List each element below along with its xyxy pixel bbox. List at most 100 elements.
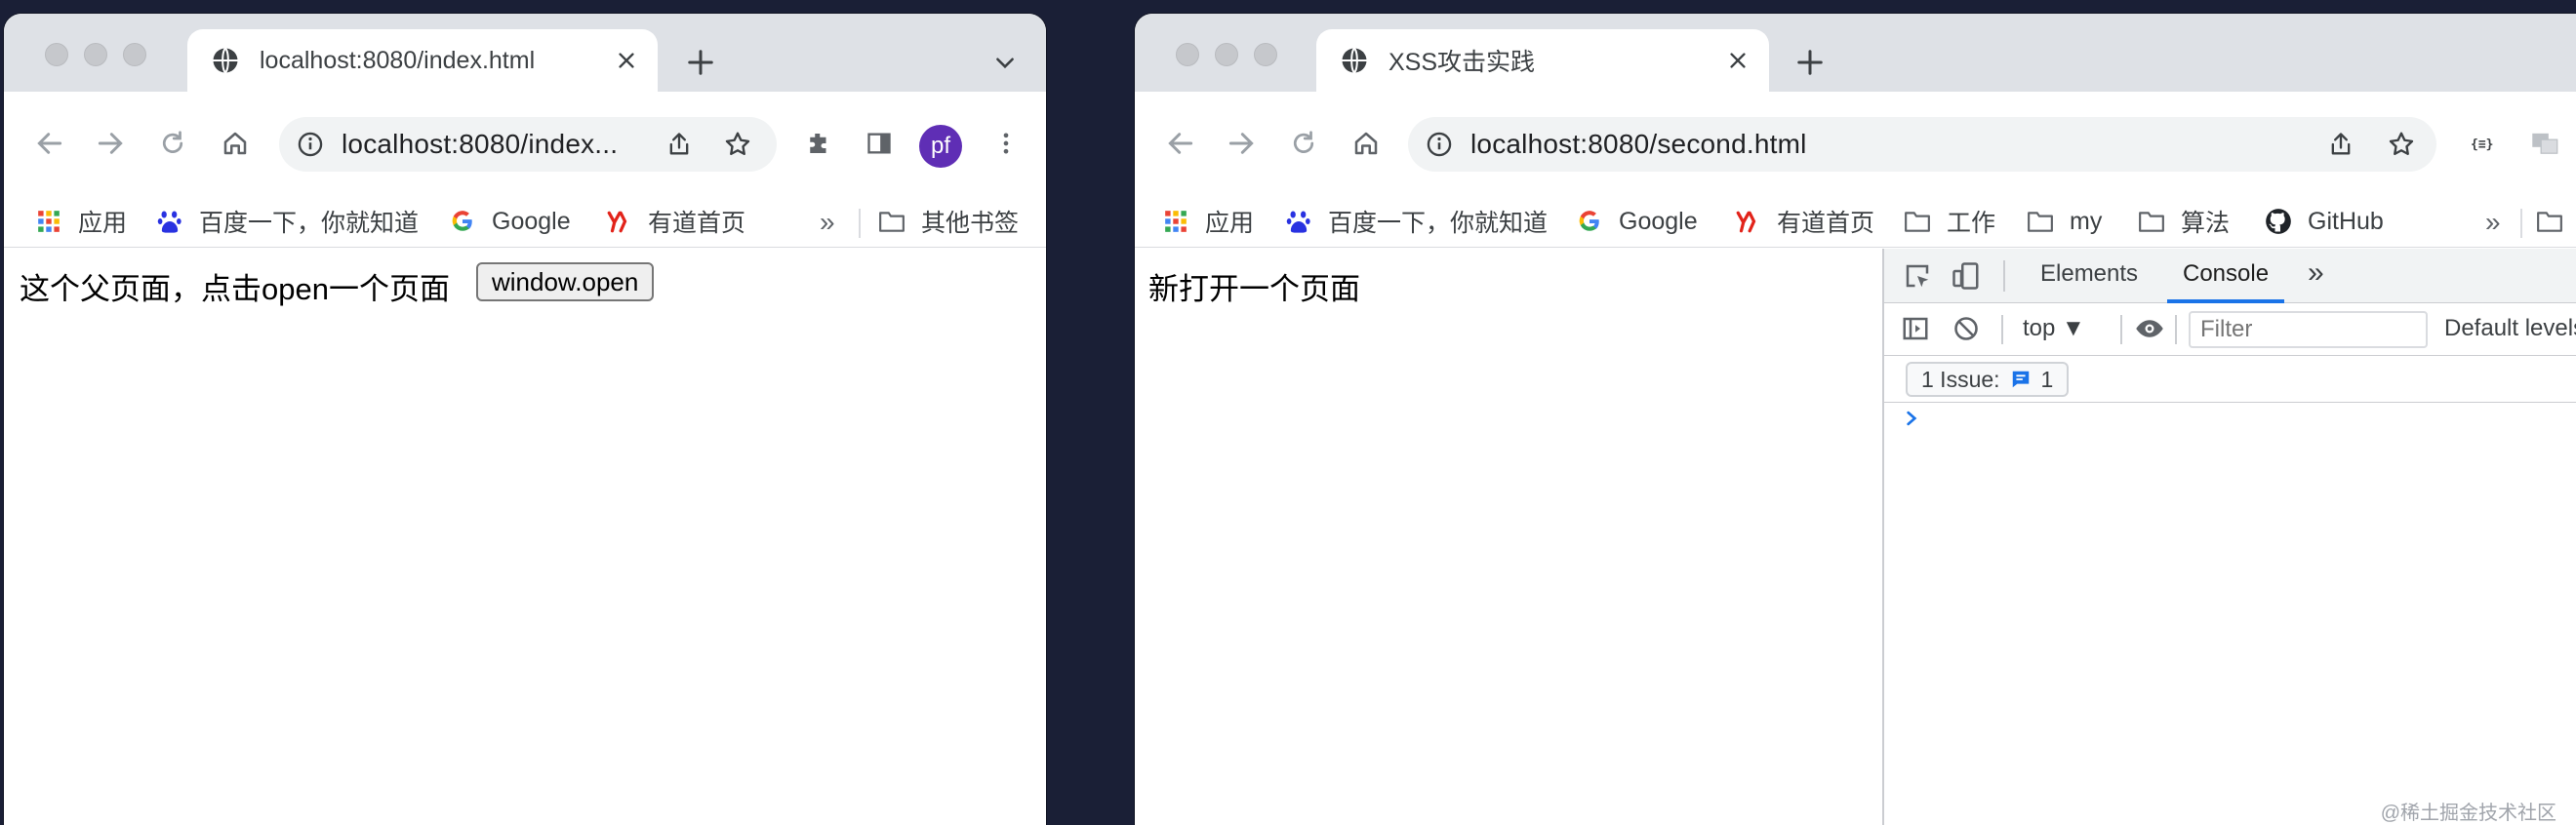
bookmark-google[interactable]: Google xyxy=(449,203,571,240)
clear-console-icon[interactable] xyxy=(1949,311,1984,346)
bookmark-folder-my[interactable]: my xyxy=(2027,203,2102,240)
forward-button[interactable] xyxy=(1219,121,1264,166)
devtools-divider xyxy=(2175,315,2177,344)
bookmark-apps[interactable]: 应用 xyxy=(1162,203,1254,240)
bookmark-label: 有道首页 xyxy=(648,210,746,237)
back-button[interactable] xyxy=(1158,121,1203,166)
device-toolbar-icon[interactable] xyxy=(1949,258,1984,294)
svg-text:{≡}: {≡} xyxy=(2471,138,2493,152)
new-tab-button[interactable] xyxy=(681,43,720,82)
bookmark-other-folder[interactable] xyxy=(2536,203,2563,240)
info-icon[interactable] xyxy=(297,131,324,158)
bookmark-label: 工作 xyxy=(1947,210,1996,237)
js-context-select[interactable]: top ▼ xyxy=(2023,315,2085,342)
console-filter-input[interactable] xyxy=(2189,311,2428,348)
bookmark-label: 百度一下，你就知道 xyxy=(199,210,420,237)
info-icon[interactable] xyxy=(1426,131,1453,158)
extensions-icon[interactable] xyxy=(796,121,841,166)
bookmark-star-icon[interactable] xyxy=(2384,127,2419,162)
home-icon xyxy=(223,132,247,155)
bookmark-github[interactable]: GitHub xyxy=(2265,203,2384,240)
profile-avatar[interactable]: pf xyxy=(919,125,962,168)
arrow-right-icon xyxy=(98,133,123,154)
apps-grid-icon xyxy=(1162,208,1189,235)
share-icon[interactable] xyxy=(2323,127,2358,162)
arrow-left-icon xyxy=(1168,133,1193,154)
reload-icon xyxy=(1293,131,1314,153)
reload-button[interactable] xyxy=(1281,121,1326,166)
browser-toolbar: localhost:8080/index... pf xyxy=(4,92,1046,195)
menu-kebab-icon[interactable] xyxy=(984,121,1028,166)
minimize-window-button[interactable] xyxy=(1215,43,1238,66)
zoom-window-button[interactable] xyxy=(123,43,146,66)
bookmark-youdao[interactable]: 有道首页 xyxy=(1734,203,1874,240)
window-open-button[interactable]: window.open xyxy=(476,262,655,301)
close-tab-icon[interactable] xyxy=(1724,47,1751,74)
plus-icon xyxy=(1797,50,1823,75)
translate-extension-icon[interactable] xyxy=(2522,121,2567,166)
home-button[interactable] xyxy=(1344,121,1389,166)
sidebar-toggle-icon[interactable] xyxy=(1898,311,1933,346)
youdao-logo-icon xyxy=(1734,208,1761,235)
bookmark-label: 算法 xyxy=(2181,210,2231,237)
bookmark-google[interactable]: Google xyxy=(1576,203,1698,240)
bookmark-other-folder[interactable]: 其他书签 xyxy=(878,203,1019,240)
address-bar[interactable]: localhost:8080/second.html xyxy=(1408,117,2436,172)
address-bar[interactable]: localhost:8080/index... xyxy=(279,117,777,172)
bookmark-youdao[interactable]: 有道首页 xyxy=(605,203,745,240)
tab-strip: XSS攻击实践 xyxy=(1135,14,2576,92)
minimize-window-button[interactable] xyxy=(84,43,107,66)
json-viewer-extension-icon[interactable]: {≡} xyxy=(2462,121,2507,166)
bookmark-baidu[interactable]: 百度一下，你就知道 xyxy=(156,203,419,240)
side-panel-icon[interactable] xyxy=(857,121,902,166)
close-window-button[interactable] xyxy=(1176,43,1199,66)
bookmark-apps[interactable]: 应用 xyxy=(35,203,127,240)
folder-icon xyxy=(2138,208,2165,235)
window-controls xyxy=(1176,43,1277,66)
tab-index[interactable]: localhost:8080/index.html xyxy=(187,29,658,92)
inspect-element-icon[interactable] xyxy=(1900,258,1935,294)
more-tabs-chevron[interactable]: » xyxy=(2308,256,2324,290)
live-expression-eye-icon[interactable] xyxy=(2132,311,2167,346)
home-button[interactable] xyxy=(213,121,258,166)
tab-search-button[interactable] xyxy=(987,45,1023,80)
tab-xss[interactable]: XSS攻击实践 xyxy=(1316,29,1769,92)
tab-console[interactable]: Console xyxy=(2183,260,2269,288)
bookmark-label: my xyxy=(2070,207,2103,235)
bookmark-star-icon[interactable] xyxy=(720,127,755,162)
close-tab-icon[interactable] xyxy=(613,47,640,74)
log-levels-select[interactable]: Default levels xyxy=(2444,315,2576,342)
folder-icon xyxy=(2027,208,2054,235)
arrow-left-icon xyxy=(37,133,62,154)
console-toolbar: top ▼ Default levels xyxy=(1884,303,2576,356)
close-window-button[interactable] xyxy=(45,43,68,66)
bookmark-folder-work[interactable]: 工作 xyxy=(1904,203,1995,240)
bookmark-folder-algorithms[interactable]: 算法 xyxy=(2138,203,2230,240)
issues-link-button[interactable]: 1 Issue: 1 xyxy=(1906,362,2070,397)
forward-button[interactable] xyxy=(88,121,133,166)
bookmark-baidu[interactable]: 百度一下，你就知道 xyxy=(1285,203,1548,240)
devtools-tab-bar: Elements Console » 1 xyxy=(1884,249,2576,303)
new-tab-button[interactable] xyxy=(1791,43,1830,82)
watermark: @稀土掘金技术社区 xyxy=(2380,803,2556,824)
back-button[interactable] xyxy=(27,121,72,166)
browser-window-parent: localhost:8080/index.html localhost:8080… xyxy=(4,14,1046,825)
url-text: localhost:8080/second.html xyxy=(1470,129,1807,159)
tab-strip: localhost:8080/index.html xyxy=(4,14,1046,92)
globe-icon xyxy=(213,47,238,74)
tab-title: localhost:8080/index.html xyxy=(260,46,536,74)
tab-title: XSS攻击实践 xyxy=(1389,49,1536,76)
bookmark-label: 应用 xyxy=(1205,210,1255,237)
reload-button[interactable] xyxy=(150,121,195,166)
folder-icon xyxy=(1904,208,1931,235)
console-prompt-chevron-icon[interactable] xyxy=(1902,409,1921,433)
baidu-paw-icon xyxy=(156,208,183,235)
zoom-window-button[interactable] xyxy=(1254,43,1277,66)
window-controls xyxy=(45,43,146,66)
bookmarks-overflow-chevron[interactable]: » xyxy=(820,207,835,238)
bookmarks-divider xyxy=(859,209,861,238)
share-icon[interactable] xyxy=(662,127,697,162)
bookmarks-overflow-chevron[interactable]: » xyxy=(2485,207,2501,238)
tab-elements[interactable]: Elements xyxy=(2040,260,2138,288)
bookmarks-divider xyxy=(2520,209,2522,238)
